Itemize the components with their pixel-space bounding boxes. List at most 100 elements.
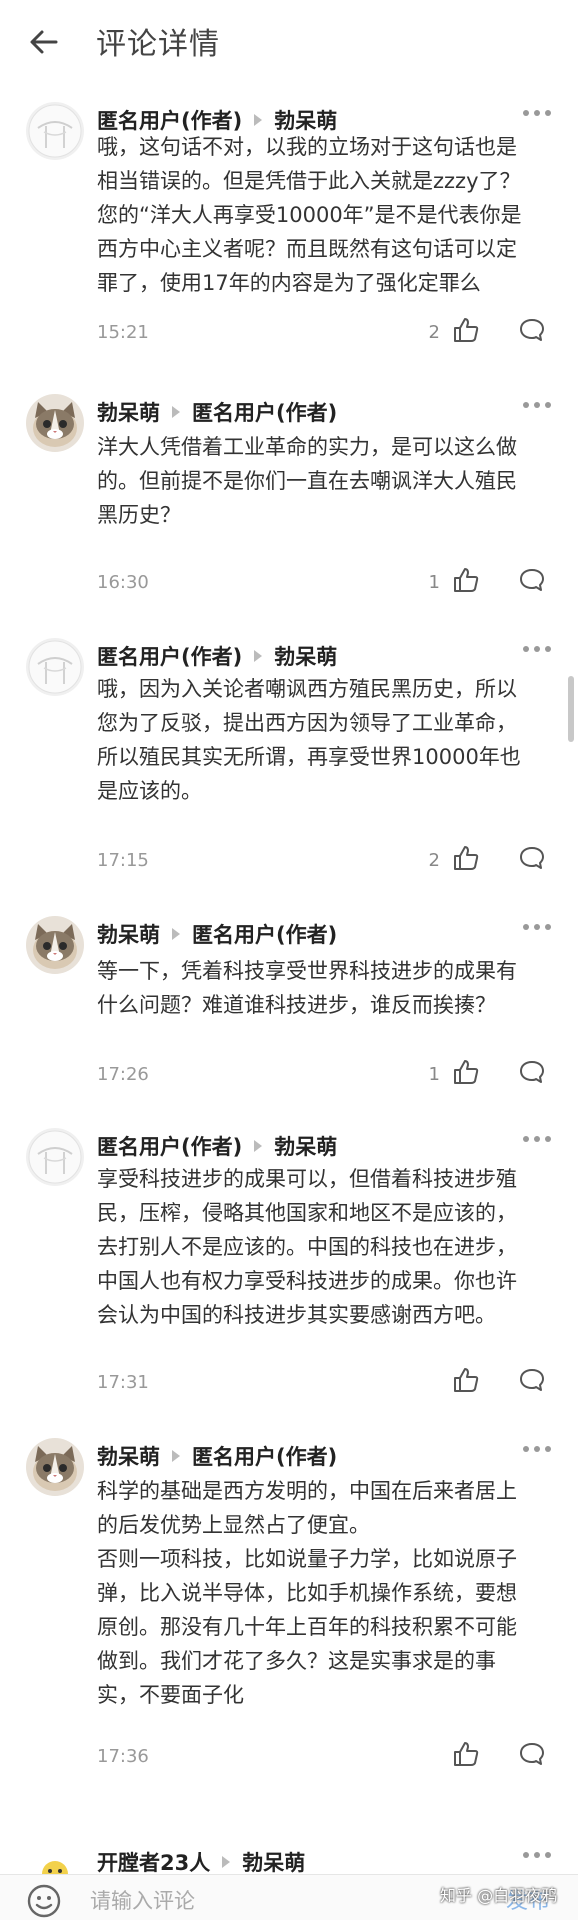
- reply-to-name[interactable]: 匿名用户(作者): [192, 1441, 337, 1471]
- comment-text-line: 洋大人凭借着工业革命的实力，是可以这么做: [97, 435, 517, 459]
- comment-text: 哦，这句话不对，以我的立场对于这句话也是 相当错误的。但是凭借于此入关就是zzzy…: [97, 130, 550, 300]
- author-name[interactable]: 勃呆萌: [97, 1441, 160, 1471]
- reply-icon[interactable]: [518, 316, 546, 344]
- author-name[interactable]: 勃呆萌: [97, 397, 160, 427]
- comment-text-line: 原创。那没有几十年上百年的科技积累不可能: [97, 1615, 517, 1639]
- comment-text-line: 所以殖民其实无所谓，再享受世界10000年也: [97, 745, 521, 769]
- comment-text-line: 您的“洋大人再享受10000年”是不是代表你是: [97, 203, 522, 227]
- like-icon[interactable]: [452, 1740, 480, 1768]
- reply-to-name[interactable]: 匿名用户(作者): [192, 919, 337, 949]
- comment-time: 17:15: [97, 850, 149, 871]
- comment-text-line: 的。但前提不是你们一直在去嘲讽洋大人殖民: [97, 469, 517, 493]
- reply-arrow-icon: [222, 1856, 231, 1868]
- comment-text-line: 罪了，使用17年的内容是为了强化定罪么: [97, 271, 481, 295]
- watermark-text: 知乎 @白羽夜鸦: [440, 1886, 558, 1905]
- comment-text-line: 民，压榨，侵略其他国家和地区不是应该的，: [97, 1201, 517, 1225]
- reply-arrow-icon: [172, 928, 180, 940]
- comment-text: 等一下，凭着科技享受世界科技进步的成果有 什么问题？难道谁科技进步，谁反而挨揍？: [97, 954, 550, 1022]
- comment-item[interactable]: 匿名用户(作者) 勃呆萌 哦，因为入关论者嘲讽西方殖民黑历史，所以 您为了反驳，提出西…: [0, 620, 578, 899]
- comment-time: 17:31: [97, 1372, 149, 1393]
- comment-text-line: 黑历史？: [97, 503, 181, 527]
- comment-item[interactable]: 勃呆萌 匿名用户(作者) 洋大人凭借着工业革命的实力，是可以这么做 的。但前提不是你们…: [0, 376, 578, 621]
- avatar[interactable]: [26, 1128, 84, 1186]
- avatar[interactable]: [26, 394, 84, 452]
- comment-text-line: 做到。我们才花了多久？这是实事求是的事: [97, 1649, 496, 1673]
- more-options-icon[interactable]: [522, 396, 552, 408]
- more-options-icon[interactable]: [522, 1130, 552, 1142]
- comment-author-line: 匿名用户(作者) 勃呆萌: [97, 1130, 337, 1162]
- comment-text-line: 会认为中国的科技进步其实要感谢西方吧。: [97, 1303, 496, 1327]
- reply-arrow-icon: [254, 650, 263, 662]
- comment-text-line: 的后发优势上显然占了便宜。: [97, 1513, 370, 1537]
- comment-text-line: 是应该的。: [97, 779, 202, 803]
- back-arrow-icon[interactable]: [26, 24, 62, 60]
- comment-text-line: 您为了反驳，提出西方因为领导了工业革命，: [97, 711, 517, 735]
- author-name[interactable]: 勃呆萌: [97, 919, 160, 949]
- author-name[interactable]: 匿名用户(作者): [97, 641, 242, 671]
- comment-author-line: 勃呆萌 匿名用户(作者): [97, 396, 337, 428]
- comment-text-line: 相当错误的。但是凭借于此入关就是zzzy了？: [97, 169, 521, 193]
- more-options-icon[interactable]: [522, 918, 552, 930]
- scrollbar[interactable]: [568, 676, 574, 742]
- comment-item[interactable]: 匿名用户(作者) 勃呆萌 享受科技进步的成果可以，但借着科技进步殖 民，压榨，侵略其他…: [0, 1110, 578, 1421]
- comment-author-line: 匿名用户(作者) 勃呆萌: [97, 640, 337, 672]
- comment-time: 17:26: [97, 1064, 149, 1085]
- comment-input[interactable]: 请输入评论: [90, 1885, 195, 1915]
- avatar[interactable]: [26, 102, 84, 160]
- like-icon[interactable]: [452, 566, 480, 594]
- more-options-icon[interactable]: [522, 640, 552, 652]
- page-title: 评论详情: [96, 27, 220, 62]
- comment-text-line: 等一下，凭着科技享受世界科技进步的成果有: [97, 959, 517, 983]
- like-icon[interactable]: [452, 1366, 480, 1394]
- author-name[interactable]: 开膛者23人: [97, 1847, 210, 1877]
- comment-text: 科学的基础是西方发明的，中国在后来者居上 的后发优势上显然占了便宜。否则一项科技，…: [97, 1474, 550, 1712]
- reply-arrow-icon: [172, 406, 180, 418]
- comment-author-line: 勃呆萌 匿名用户(作者): [97, 1440, 337, 1472]
- comment-text-line: 中国人也有权力享受科技进步的成果。你也许: [97, 1269, 517, 1293]
- like-icon[interactable]: [452, 1058, 480, 1086]
- reply-icon[interactable]: [518, 1058, 546, 1086]
- reply-arrow-icon: [172, 1450, 180, 1462]
- comment-item[interactable]: 勃呆萌 匿名用户(作者) 科学的基础是西方发明的，中国在后来者居上 的后发优势上显然占…: [0, 1420, 578, 1827]
- reply-arrow-icon: [254, 1140, 263, 1152]
- reply-to-name[interactable]: 勃呆萌: [242, 1847, 305, 1877]
- reply-icon[interactable]: [518, 566, 546, 594]
- like-count: 2: [428, 850, 440, 871]
- comment-item[interactable]: 勃呆萌 匿名用户(作者) 等一下，凭着科技享受世界科技进步的成果有 什么问题？难道谁科…: [0, 898, 578, 1111]
- more-options-icon[interactable]: [522, 104, 552, 116]
- reply-arrow-icon: [254, 114, 263, 126]
- more-options-icon[interactable]: [522, 1846, 552, 1858]
- comment-text: 哦，因为入关论者嘲讽西方殖民黑历史，所以 您为了反驳，提出西方因为领导了工业革命，…: [97, 672, 550, 808]
- avatar[interactable]: [26, 916, 84, 974]
- comment-text-line: 哦，因为入关论者嘲讽西方殖民黑历史，所以: [97, 677, 517, 701]
- more-options-icon[interactable]: [522, 1440, 552, 1452]
- comment-text-line: 去打别人不是应该的。中国的科技也在进步，: [97, 1235, 517, 1259]
- comment-text: 享受科技进步的成果可以，但借着科技进步殖 民，压榨，侵略其他国家和地区不是应该的，…: [97, 1162, 550, 1332]
- comment-text: 洋大人凭借着工业革命的实力，是可以这么做 的。但前提不是你们一直在去嘲讽洋大人殖民…: [97, 430, 550, 532]
- reply-icon[interactable]: [518, 1366, 546, 1394]
- comment-text-line: 西方中心主义者呢？而且既然有这句话可以定: [97, 237, 517, 261]
- like-count: 1: [428, 1064, 440, 1085]
- reply-to-name[interactable]: 匿名用户(作者): [192, 397, 337, 427]
- comment-text-line: 科学的基础是西方发明的，中国在后来者居上: [97, 1479, 517, 1503]
- comment-text-line: 享受科技进步的成果可以，但借着科技进步殖: [97, 1167, 517, 1191]
- reply-to-name[interactable]: 勃呆萌: [274, 641, 337, 671]
- comment-time: 17:36: [97, 1746, 149, 1767]
- reply-icon[interactable]: [518, 1740, 546, 1768]
- comment-text-line: 哦，这句话不对，以我的立场对于这句话也是: [97, 135, 517, 159]
- like-icon[interactable]: [452, 844, 480, 872]
- like-icon[interactable]: [452, 316, 480, 344]
- reply-icon[interactable]: [518, 844, 546, 872]
- emoji-icon[interactable]: [26, 1883, 62, 1919]
- comment-text-line: 弹，比入说半导体，比如手机操作系统，要想: [97, 1581, 517, 1605]
- comment-text-line: 否则一项科技，比如说量子力学，比如说原子: [97, 1547, 517, 1571]
- comment-text-line: 实，不要面子化: [97, 1683, 244, 1707]
- comment-item[interactable]: 匿名用户(作者) 勃呆萌 哦，这句话不对，以我的立场对于这句话也是 相当错误的。但是凭…: [0, 84, 578, 377]
- comment-text-line: 什么问题？难道谁科技进步，谁反而挨揍？: [97, 993, 496, 1017]
- reply-to-name[interactable]: 勃呆萌: [274, 1131, 337, 1161]
- author-name[interactable]: 匿名用户(作者): [97, 1131, 242, 1161]
- header-bar: 评论详情: [0, 0, 578, 85]
- avatar[interactable]: [26, 638, 84, 696]
- avatar[interactable]: [26, 1438, 84, 1496]
- comment-time: 15:21: [97, 322, 149, 343]
